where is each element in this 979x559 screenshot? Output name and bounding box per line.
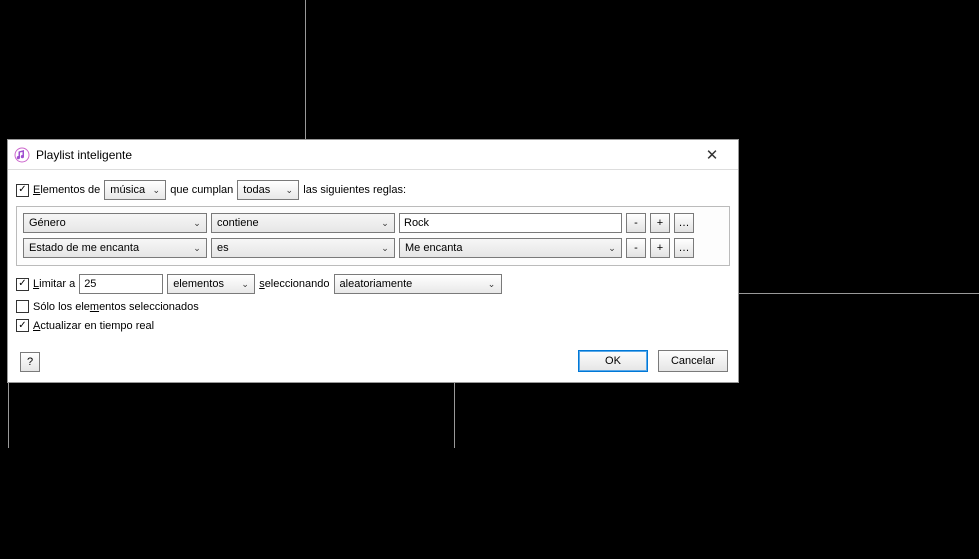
- chevron-down-icon: ⌄: [190, 218, 204, 229]
- ok-button[interactable]: OK: [578, 350, 648, 372]
- rule-operator-select[interactable]: es ⌄: [211, 238, 395, 258]
- que-cumplan-label: que cumplan: [170, 184, 233, 196]
- limit-label: Limitar a: [33, 278, 75, 290]
- rule-more-button[interactable]: …: [674, 213, 694, 233]
- limit-unit-select[interactable]: elementos ⌄: [167, 274, 255, 294]
- dialog-content: Elementos de música ⌄ que cumplan todas …: [8, 170, 738, 344]
- rule-value-text: Rock: [404, 217, 429, 229]
- rule-remove-button[interactable]: -: [626, 238, 646, 258]
- only-selected-label: Sólo los elementos seleccionados: [33, 301, 199, 313]
- itunes-icon: [14, 147, 30, 163]
- rule-row: Género ⌄ contiene ⌄ Rock - + …: [23, 213, 723, 233]
- rule-value-select[interactable]: Me encanta ⌄: [399, 238, 622, 258]
- titlebar: Playlist inteligente ✕: [8, 140, 738, 170]
- rule-field-value: Estado de me encanta: [29, 242, 139, 254]
- only-selected-checkbox[interactable]: [16, 300, 29, 313]
- chevron-down-icon: ⌄: [605, 243, 619, 254]
- chevron-down-icon: ⌄: [190, 243, 204, 254]
- selecting-label: seleccionando: [259, 278, 329, 290]
- chevron-down-icon: ⌄: [378, 243, 392, 254]
- live-update-checkbox[interactable]: [16, 319, 29, 332]
- limit-checkbox[interactable]: [16, 278, 29, 291]
- media-type-value: música: [110, 184, 145, 196]
- rule-add-button[interactable]: +: [650, 238, 670, 258]
- chevron-down-icon: ⌄: [238, 279, 252, 290]
- rule-value-text: Me encanta: [405, 242, 462, 254]
- cancel-button[interactable]: Cancelar: [658, 350, 728, 372]
- match-checkbox[interactable]: [16, 184, 29, 197]
- media-type-select[interactable]: música ⌄: [104, 180, 166, 200]
- rule-operator-value: es: [217, 242, 229, 254]
- rule-row: Estado de me encanta ⌄ es ⌄ Me encanta ⌄…: [23, 238, 723, 258]
- limit-count-value: 25: [84, 278, 96, 290]
- match-label: Elementos de: [33, 184, 100, 196]
- limit-count-input[interactable]: 25: [79, 274, 163, 294]
- rule-operator-value: contiene: [217, 217, 259, 229]
- only-selected-row: Sólo los elementos seleccionados: [16, 300, 730, 313]
- rule-more-button[interactable]: …: [674, 238, 694, 258]
- live-update-row: Actualizar en tiempo real: [16, 319, 730, 332]
- limit-unit-value: elementos: [173, 278, 224, 290]
- chevron-down-icon: ⌄: [282, 185, 296, 196]
- rules-panel: Género ⌄ contiene ⌄ Rock - + … Estado de…: [16, 206, 730, 266]
- limit-method-value: aleatoriamente: [340, 278, 413, 290]
- condition-value: todas: [243, 184, 270, 196]
- rule-field-select[interactable]: Estado de me encanta ⌄: [23, 238, 207, 258]
- trailing-label: las siguientes reglas:: [303, 184, 406, 196]
- limit-row: Limitar a 25 elementos ⌄ seleccionando a…: [16, 274, 730, 294]
- dialog-footer: OK Cancelar: [8, 344, 738, 382]
- limit-method-select[interactable]: aleatoriamente ⌄: [334, 274, 502, 294]
- rule-field-value: Género: [29, 217, 66, 229]
- match-row: Elementos de música ⌄ que cumplan todas …: [16, 180, 730, 200]
- live-update-label: Actualizar en tiempo real: [33, 320, 154, 332]
- close-button[interactable]: ✕: [692, 146, 732, 164]
- condition-select[interactable]: todas ⌄: [237, 180, 299, 200]
- rule-remove-button[interactable]: -: [626, 213, 646, 233]
- rule-field-select[interactable]: Género ⌄: [23, 213, 207, 233]
- help-button[interactable]: ?: [20, 352, 40, 372]
- rule-value-input[interactable]: Rock: [399, 213, 622, 233]
- rule-operator-select[interactable]: contiene ⌄: [211, 213, 395, 233]
- chevron-down-icon: ⌄: [485, 279, 499, 290]
- chevron-down-icon: ⌄: [378, 218, 392, 229]
- rule-add-button[interactable]: +: [650, 213, 670, 233]
- smart-playlist-dialog: Playlist inteligente ✕ Elementos de músi…: [7, 139, 739, 383]
- dialog-title: Playlist inteligente: [36, 148, 692, 162]
- chevron-down-icon: ⌄: [149, 185, 163, 196]
- callout-line-left-bottom: [8, 382, 9, 448]
